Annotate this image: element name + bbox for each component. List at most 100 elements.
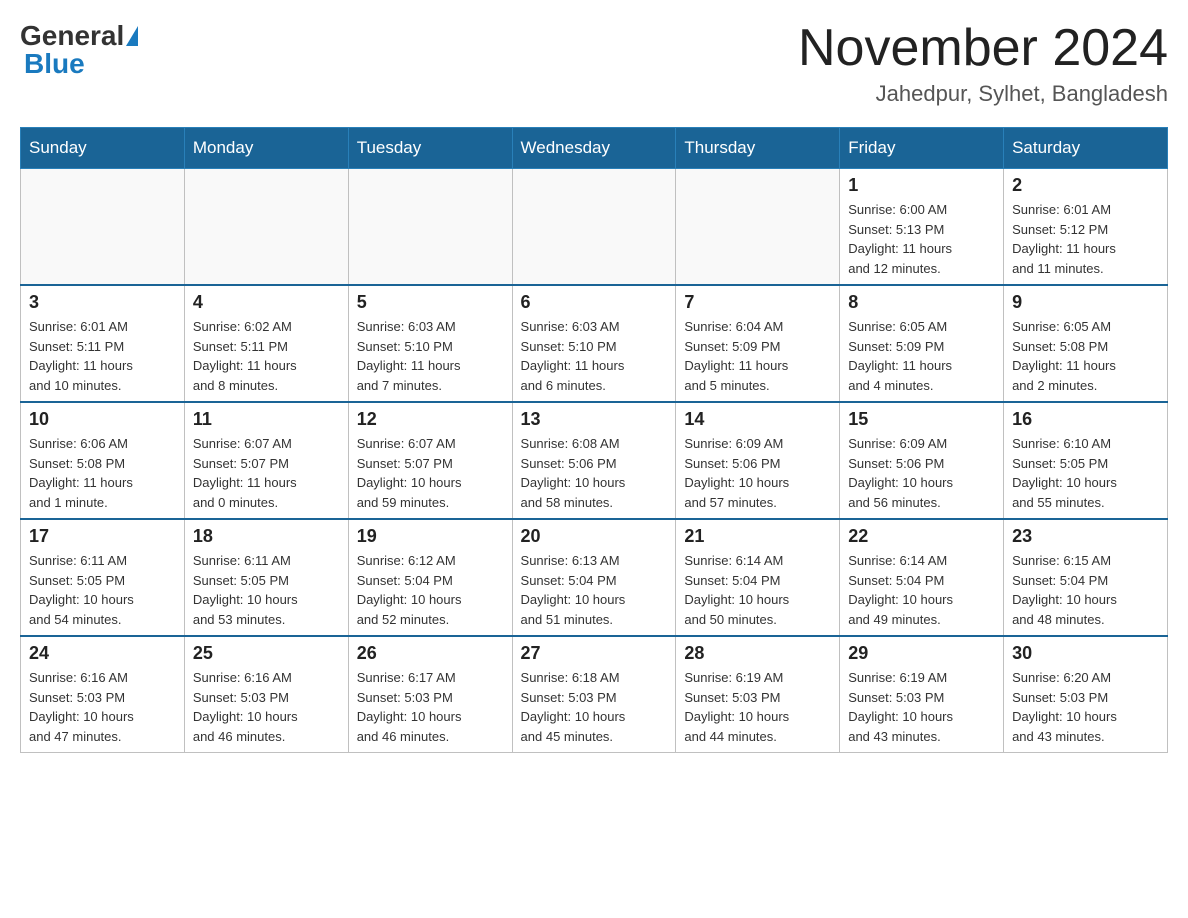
calendar-cell: 6Sunrise: 6:03 AM Sunset: 5:10 PM Daylig… [512,285,676,402]
day-number: 5 [357,292,504,313]
week-row-3: 10 Sunrise: 6:06 AM Sunset: 5:08 PM Dayli… [21,402,1168,519]
header-sunday: Sunday [21,128,185,169]
day-info: Sunrise: 6:11 AM Sunset: 5:05 PM Dayligh… [29,551,176,629]
calendar-cell: 10 Sunrise: 6:06 AM Sunset: 5:08 PM Dayli… [21,402,185,519]
calendar-cell: 22 Sunrise: 6:14 AM Sunset: 5:04 PM Dayli… [840,519,1004,636]
calendar-cell: 19 Sunrise: 6:12 AM Sunset: 5:04 PM Dayli… [348,519,512,636]
day-info: Sunrise: 6:14 AM Sunset: 5:04 PM Dayligh… [848,551,995,629]
day-info: Sunrise: 6:05 AM Sunset: 5:08 PM Dayligh… [1012,317,1159,395]
weekday-header-row: Sunday Monday Tuesday Wednesday Thursday… [21,128,1168,169]
day-number: 12 [357,409,504,430]
calendar-cell: 17 Sunrise: 6:11 AM Sunset: 5:05 PM Dayli… [21,519,185,636]
day-number: 11 [193,409,340,430]
logo-triangle-icon [126,26,138,46]
calendar-cell: 18 Sunrise: 6:11 AM Sunset: 5:05 PM Dayli… [184,519,348,636]
day-info: Sunrise: 6:14 AM Sunset: 5:04 PM Dayligh… [684,551,831,629]
day-number: 27 [521,643,668,664]
week-row-4: 17 Sunrise: 6:11 AM Sunset: 5:05 PM Dayli… [21,519,1168,636]
calendar-cell: 21 Sunrise: 6:14 AM Sunset: 5:04 PM Dayli… [676,519,840,636]
day-info: Sunrise: 6:09 AM Sunset: 5:06 PM Dayligh… [684,434,831,512]
day-number: 2 [1012,175,1159,196]
day-number: 4 [193,292,340,313]
day-number: 26 [357,643,504,664]
title-section: November 2024 Jahedpur, Sylhet, Banglade… [798,20,1168,107]
day-number: 28 [684,643,831,664]
day-info: Sunrise: 6:06 AM Sunset: 5:08 PM Dayligh… [29,434,176,512]
day-info: Sunrise: 6:02 AM Sunset: 5:11 PM Dayligh… [193,317,340,395]
day-info: Sunrise: 6:16 AM Sunset: 5:03 PM Dayligh… [193,668,340,746]
week-row-5: 24 Sunrise: 6:16 AM Sunset: 5:03 PM Dayli… [21,636,1168,753]
day-info: Sunrise: 6:07 AM Sunset: 5:07 PM Dayligh… [357,434,504,512]
day-info: Sunrise: 6:12 AM Sunset: 5:04 PM Dayligh… [357,551,504,629]
day-info: Sunrise: 6:01 AM Sunset: 5:12 PM Dayligh… [1012,200,1159,278]
week-row-2: 3 Sunrise: 6:01 AM Sunset: 5:11 PM Daylig… [21,285,1168,402]
day-info: Sunrise: 6:04 AM Sunset: 5:09 PM Dayligh… [684,317,831,395]
calendar-cell: 27 Sunrise: 6:18 AM Sunset: 5:03 PM Dayli… [512,636,676,753]
calendar-cell [184,169,348,286]
calendar-cell: 24 Sunrise: 6:16 AM Sunset: 5:03 PM Dayli… [21,636,185,753]
calendar-cell: 2 Sunrise: 6:01 AM Sunset: 5:12 PM Daylig… [1004,169,1168,286]
calendar-cell [676,169,840,286]
calendar-table: Sunday Monday Tuesday Wednesday Thursday… [20,127,1168,753]
day-info: Sunrise: 6:05 AM Sunset: 5:09 PM Dayligh… [848,317,995,395]
day-number: 30 [1012,643,1159,664]
day-info: Sunrise: 6:18 AM Sunset: 5:03 PM Dayligh… [521,668,668,746]
calendar-cell [21,169,185,286]
header-tuesday: Tuesday [348,128,512,169]
day-number: 21 [684,526,831,547]
day-info: Sunrise: 6:10 AM Sunset: 5:05 PM Dayligh… [1012,434,1159,512]
header-thursday: Thursday [676,128,840,169]
day-number: 22 [848,526,995,547]
header-wednesday: Wednesday [512,128,676,169]
calendar-cell: 12 Sunrise: 6:07 AM Sunset: 5:07 PM Dayli… [348,402,512,519]
day-info: Sunrise: 6:16 AM Sunset: 5:03 PM Dayligh… [29,668,176,746]
day-number: 19 [357,526,504,547]
day-info: Sunrise: 6:03 AM Sunset: 5:10 PM Dayligh… [521,317,668,395]
day-number: 8 [848,292,995,313]
day-number: 20 [521,526,668,547]
calendar-cell: 14 Sunrise: 6:09 AM Sunset: 5:06 PM Dayli… [676,402,840,519]
calendar-cell: 13Sunrise: 6:08 AM Sunset: 5:06 PM Dayli… [512,402,676,519]
calendar-cell: 15Sunrise: 6:09 AM Sunset: 5:06 PM Dayli… [840,402,1004,519]
calendar-cell: 4 Sunrise: 6:02 AM Sunset: 5:11 PM Daylig… [184,285,348,402]
day-number: 3 [29,292,176,313]
day-number: 7 [684,292,831,313]
day-number: 18 [193,526,340,547]
day-info: Sunrise: 6:00 AM Sunset: 5:13 PM Dayligh… [848,200,995,278]
day-number: 15 [848,409,995,430]
day-info: Sunrise: 6:07 AM Sunset: 5:07 PM Dayligh… [193,434,340,512]
calendar-cell: 11 Sunrise: 6:07 AM Sunset: 5:07 PM Dayli… [184,402,348,519]
month-title: November 2024 [798,20,1168,77]
calendar-cell: 20Sunrise: 6:13 AM Sunset: 5:04 PM Dayli… [512,519,676,636]
day-info: Sunrise: 6:20 AM Sunset: 5:03 PM Dayligh… [1012,668,1159,746]
calendar-cell [512,169,676,286]
day-info: Sunrise: 6:15 AM Sunset: 5:04 PM Dayligh… [1012,551,1159,629]
calendar-cell: 8 Sunrise: 6:05 AM Sunset: 5:09 PM Daylig… [840,285,1004,402]
calendar-cell: 3 Sunrise: 6:01 AM Sunset: 5:11 PM Daylig… [21,285,185,402]
day-number: 17 [29,526,176,547]
calendar-cell: 23Sunrise: 6:15 AM Sunset: 5:04 PM Dayli… [1004,519,1168,636]
calendar-cell: 25Sunrise: 6:16 AM Sunset: 5:03 PM Dayli… [184,636,348,753]
day-number: 10 [29,409,176,430]
calendar-cell: 7 Sunrise: 6:04 AM Sunset: 5:09 PM Daylig… [676,285,840,402]
logo: General Blue [20,20,140,80]
day-number: 13 [521,409,668,430]
logo-blue-text: Blue [24,48,85,79]
header-monday: Monday [184,128,348,169]
day-info: Sunrise: 6:11 AM Sunset: 5:05 PM Dayligh… [193,551,340,629]
day-number: 1 [848,175,995,196]
day-number: 9 [1012,292,1159,313]
day-number: 14 [684,409,831,430]
header-saturday: Saturday [1004,128,1168,169]
page-header: General Blue November 2024 Jahedpur, Syl… [20,20,1168,107]
calendar-cell: 30 Sunrise: 6:20 AM Sunset: 5:03 PM Dayli… [1004,636,1168,753]
day-number: 24 [29,643,176,664]
calendar-cell: 26Sunrise: 6:17 AM Sunset: 5:03 PM Dayli… [348,636,512,753]
day-info: Sunrise: 6:19 AM Sunset: 5:03 PM Dayligh… [848,668,995,746]
calendar-cell: 1 Sunrise: 6:00 AM Sunset: 5:13 PM Daylig… [840,169,1004,286]
location-text: Jahedpur, Sylhet, Bangladesh [798,81,1168,107]
day-info: Sunrise: 6:01 AM Sunset: 5:11 PM Dayligh… [29,317,176,395]
calendar-cell: 5Sunrise: 6:03 AM Sunset: 5:10 PM Daylig… [348,285,512,402]
day-number: 16 [1012,409,1159,430]
calendar-cell [348,169,512,286]
